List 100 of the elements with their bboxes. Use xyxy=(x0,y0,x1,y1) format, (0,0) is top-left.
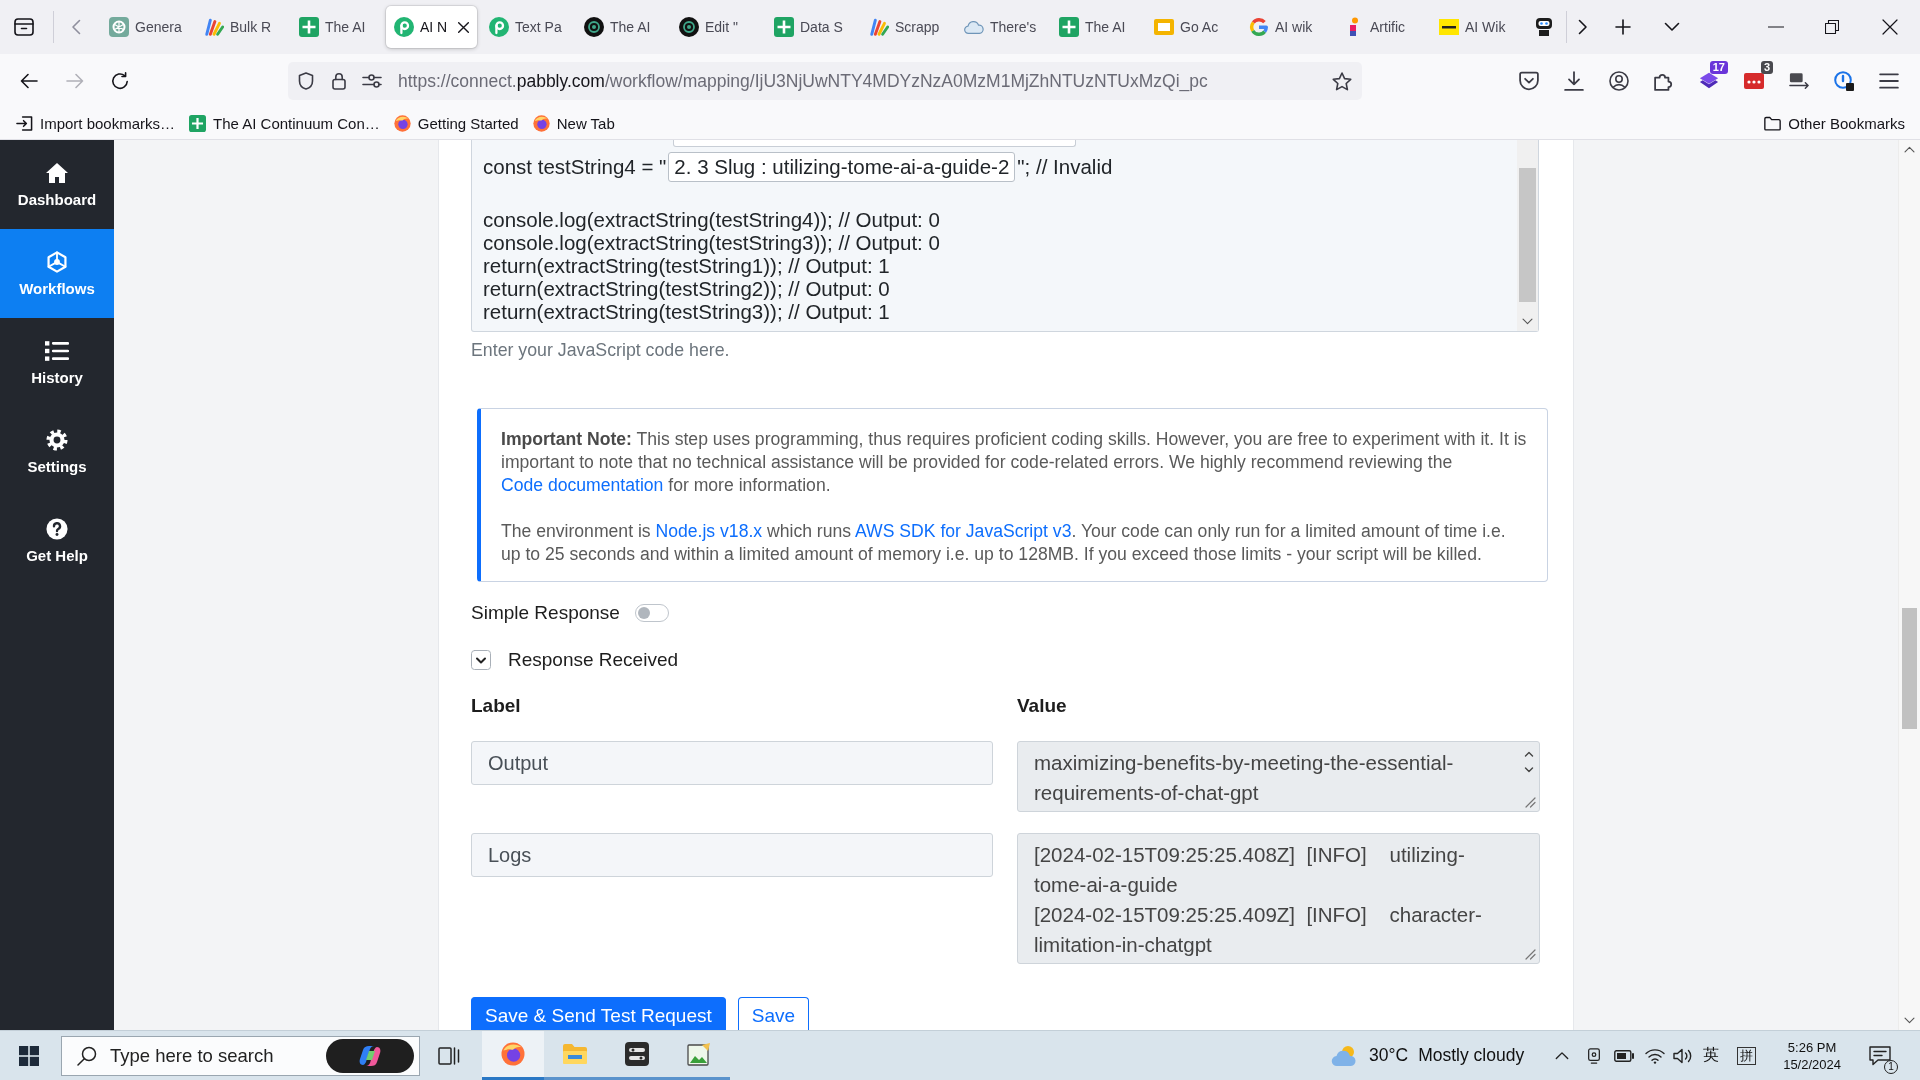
chevron-up-icon[interactable] xyxy=(1555,1051,1570,1060)
sidebar-item[interactable]: Settings xyxy=(0,407,114,496)
label-field[interactable]: Logs xyxy=(471,833,993,877)
chevron-up-icon[interactable] xyxy=(1904,146,1915,153)
browser-tab[interactable]: Scrapp xyxy=(861,6,952,48)
language-indicator[interactable]: 英 xyxy=(1703,1045,1720,1066)
close-icon[interactable] xyxy=(1882,19,1898,35)
lock-icon[interactable] xyxy=(332,72,346,90)
text-link[interactable]: Node.js v18.x xyxy=(655,521,763,541)
shield-icon[interactable] xyxy=(298,72,314,90)
browser-tab[interactable]: AI Wik xyxy=(1431,6,1522,48)
ring-logo-icon xyxy=(1249,17,1269,37)
save-and-test-button[interactable]: Save & Send Test Request xyxy=(471,997,726,1030)
weather-text[interactable]: Mostly cloudy xyxy=(1418,1045,1525,1066)
browser-tab[interactable]: There's xyxy=(956,6,1047,48)
bookmark[interactable]: The AI Continuum Con… xyxy=(189,115,380,132)
chevron-right-icon[interactable] xyxy=(1578,19,1588,35)
scrollbar[interactable] xyxy=(1898,140,1920,1030)
sidebar-item[interactable]: Get Help xyxy=(0,496,114,585)
scroll-arrows-icon[interactable] xyxy=(1524,750,1534,774)
battery-icon[interactable] xyxy=(1614,1049,1635,1062)
sidebar-item[interactable]: History xyxy=(0,318,114,407)
puzzle-icon[interactable] xyxy=(1654,71,1674,91)
text-link[interactable]: AWS SDK for JavaScript v3 xyxy=(855,521,1072,541)
reload-icon[interactable] xyxy=(111,72,129,90)
save-button[interactable]: Save xyxy=(737,997,810,1030)
bookmark[interactable]: Other Bookmarks xyxy=(1764,115,1905,132)
chevron-left-icon[interactable] xyxy=(71,19,81,35)
code-line: return(extractString(testString3)); // Output: 1 xyxy=(483,300,891,323)
folder-icon xyxy=(562,1042,588,1066)
scrollbar-thumb[interactable] xyxy=(1902,608,1917,729)
browser-tab[interactable]: Genera xyxy=(101,6,192,48)
scrollbar-thumb[interactable] xyxy=(1519,168,1536,302)
screen-arrow-icon[interactable] xyxy=(1789,71,1809,91)
token-field[interactable]: 2. 3 Slug : utilizing-tome-ai-a-guide-2 xyxy=(668,152,1016,182)
toggle-switch[interactable] xyxy=(634,604,669,622)
code-editor[interactable] xyxy=(471,140,1539,332)
sidebar-item[interactable]: Workflows xyxy=(0,229,114,318)
sliders-icon[interactable] xyxy=(362,74,382,88)
sidebar-item[interactable]: Dashboard xyxy=(0,140,114,229)
spreadsheet-icon xyxy=(774,17,794,37)
menu-icon[interactable] xyxy=(1879,71,1899,91)
browser-tab[interactable]: Data S xyxy=(766,6,857,48)
token-field[interactable] xyxy=(673,140,1076,147)
layers-icon[interactable] xyxy=(1699,71,1719,91)
back-arrow-icon[interactable] xyxy=(20,73,38,89)
temperature-text[interactable]: 30°C xyxy=(1369,1045,1409,1066)
search-field[interactable]: Type here to search xyxy=(110,1040,322,1071)
browser-tab[interactable]: The AI xyxy=(576,6,667,48)
tab-list-icon[interactable] xyxy=(14,18,34,36)
resize-grip-icon[interactable] xyxy=(1524,796,1536,808)
browser-tab[interactable]: Bulk R xyxy=(196,6,287,48)
column-header: Value xyxy=(1017,694,1068,718)
dots-icon[interactable] xyxy=(1744,71,1764,91)
address-bar[interactable]: https://connect.pabbly.com/workflow/mapping/IjU3NjUwNTY4MDYzNzA0MzM1MjZhNTUzNTUxMzQi_pc xyxy=(288,62,1362,100)
bookmark[interactable]: New Tab xyxy=(532,115,615,132)
value-field[interactable]: maximizing-benefits-by-meeting-the-essential-requirements-of-chat-gpt xyxy=(1017,741,1540,812)
chevron-down-icon[interactable] xyxy=(1904,1017,1915,1024)
value-field[interactable]: [2024-02-15T09:25:25.408Z] [INFO] utilizing-tome-ai-a-guide [2024-02-15T09:25:25.409Z] [INFO] character-limitation-in-chatgpt xyxy=(1017,833,1540,964)
windows-icon[interactable] xyxy=(19,1045,39,1066)
browser-tab[interactable]: AI N xyxy=(386,6,477,48)
alert-circle-icon[interactable] xyxy=(1834,71,1854,91)
download-icon[interactable] xyxy=(1564,71,1584,91)
network-icon xyxy=(45,250,69,273)
fan-logo-icon xyxy=(204,17,224,37)
time-text[interactable]: 5:26 PM xyxy=(1783,1038,1841,1056)
browser-tab[interactable]: Edit " xyxy=(671,6,762,48)
swirl-logo-icon[interactable] xyxy=(326,1038,414,1073)
p-logo-icon xyxy=(394,17,414,37)
bookmark[interactable]: Import bookmarks… xyxy=(16,115,176,132)
speaker-icon[interactable] xyxy=(1673,1047,1694,1064)
browser-tab[interactable]: Go Ac xyxy=(1146,6,1237,48)
pocket-icon[interactable] xyxy=(1519,71,1539,91)
bookmark[interactable]: Getting Started xyxy=(393,115,519,132)
scrollbar[interactable] xyxy=(1517,140,1538,331)
browser-tab[interactable]: Artific xyxy=(1336,6,1427,48)
browser-tab[interactable]: The AI xyxy=(291,6,382,48)
close-icon[interactable] xyxy=(458,21,469,33)
notification-icon[interactable] xyxy=(1869,1045,1891,1066)
account-icon[interactable] xyxy=(1609,71,1629,91)
star-icon[interactable] xyxy=(1332,71,1352,91)
date-text[interactable]: 15/2/2024 xyxy=(1783,1055,1841,1073)
search-box[interactable]: Type here to search xyxy=(61,1035,420,1076)
browser-tab[interactable]: Text Pa xyxy=(481,6,572,48)
plus-icon[interactable] xyxy=(1615,19,1631,35)
spreadsheet-icon xyxy=(1059,17,1079,37)
input-mode-indicator[interactable]: 拼 xyxy=(1737,1046,1757,1065)
task-view-icon[interactable] xyxy=(438,1045,460,1066)
browser-tab[interactable]: The AI xyxy=(1051,6,1142,48)
label-field[interactable]: Output xyxy=(471,741,993,785)
wifi-icon[interactable] xyxy=(1645,1047,1666,1064)
restore-icon[interactable] xyxy=(1825,20,1839,34)
browser-tab[interactable]: AI wik xyxy=(1241,6,1332,48)
chevron-down-icon[interactable] xyxy=(1664,22,1680,32)
text-link[interactable]: Code documentation xyxy=(501,475,664,495)
chevron-down-icon[interactable] xyxy=(471,650,491,670)
field-label: Simple Response xyxy=(471,602,620,624)
resize-grip-icon[interactable] xyxy=(1524,948,1536,960)
taskbar-app[interactable] xyxy=(482,1031,544,1080)
p-logo-icon xyxy=(489,17,509,37)
